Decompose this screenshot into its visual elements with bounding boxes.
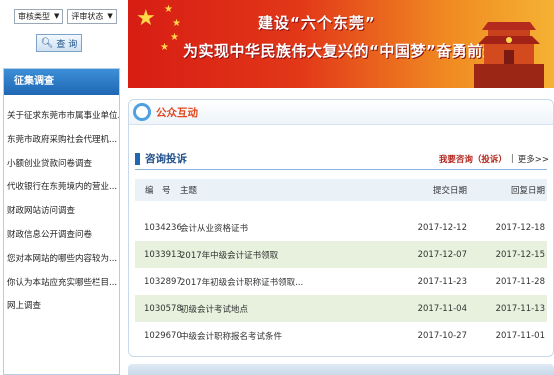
row-submit-date: 2017-12-12 [417,222,467,233]
section-links: 我要咨询（投诉） | 更多>> [439,153,549,165]
row-num: 1033913 [144,249,182,260]
survey-box: 征集调查 关于征求东莞市市属事业单位... 东莞市政府采购社会代理机... 小额… [3,68,120,375]
section-bullet-icon [135,152,140,165]
header-submit-date: 提交日期 [432,186,467,196]
star-icon: ★ [170,32,179,43]
panel-header: 公众互动 [129,100,553,125]
inquiry-list: 1034236 会计从业资格证书 2017-12-12 2017-12-18 1… [135,214,547,349]
table-header: 编 号 主题 提交日期 回复日期 [135,179,547,201]
link-separator: | [510,153,514,164]
row-reply-date: 2017-11-01 [495,330,545,341]
section-title: 咨询投诉 [145,153,187,165]
row-subject-link[interactable]: 初级会计考试地点 [175,303,409,315]
row-submit-date: 2017-12-07 [417,249,467,260]
section-divider [135,169,547,170]
survey-item[interactable]: 代收银行在东莞境内的营业... [4,176,119,200]
table-row: 1033913 2017年中级会计证书领取 2017-12-07 2017-12… [135,241,547,268]
star-icon: ★ [160,42,169,53]
survey-item[interactable]: 您对本网站的哪些内容较为... [4,248,119,272]
table-row: 1034236 会计从业资格证书 2017-12-12 2017-12-18 [135,214,547,241]
left-column: 审核类型 ▼ 评审状态 ▼ 🔍︎ 查 询 征集调查 关于征求东莞市市属事业单位.… [0,0,122,375]
review-type-select[interactable]: 审核类型 ▼ [14,9,64,24]
row-submit-date: 2017-11-23 [417,276,467,287]
table-row: 1029670 中级会计职称报名考试条件 2017-10-27 2017-11-… [135,322,547,349]
review-status-value: 评审状态 [71,12,104,21]
survey-item[interactable]: 网上调查 [4,295,119,319]
submit-inquiry-link[interactable]: 我要咨询（投诉） [439,153,507,165]
row-subject-link[interactable]: 2017年中级会计证书领取 [175,249,409,261]
row-reply-date: 2017-11-28 [495,276,545,287]
row-reply-date: 2017-12-18 [495,222,545,233]
survey-item[interactable]: 财政网站访问调查 [4,200,119,224]
banner-headline: 建设“六个东莞” [258,14,376,32]
survey-item[interactable]: 财政信息公开调查问卷 [4,224,119,248]
row-num: 1032897 [144,276,182,287]
banner-subheadline: 为实现中华民族伟大复兴的“中国梦”奋勇前进 [183,42,499,60]
row-subject-link[interactable]: 会计从业资格证书 [175,222,409,234]
panel-title: 公众互动 [156,106,198,119]
chevron-down-icon: ▼ [54,12,60,20]
chevron-down-icon: ▼ [107,12,113,20]
row-reply-date: 2017-12-15 [495,249,545,260]
more-link[interactable]: 更多>> [518,153,549,165]
row-num: 1030578 [144,303,182,314]
row-num: 1029670 [144,330,182,341]
row-submit-date: 2017-10-27 [417,330,467,341]
filter-row: 审核类型 ▼ 评审状态 ▼ [14,9,117,24]
header-reply-date: 回复日期 [510,186,545,196]
star-icon: ★ [164,4,173,15]
section-header: 咨询投诉 我要咨询（投诉） | 更多>> [135,151,549,166]
survey-title: 征集调查 [4,69,119,95]
survey-item[interactable]: 东莞市政府采购社会代理机... [4,129,119,153]
review-status-select[interactable]: 评审状态 ▼ [67,9,117,24]
tiananmen-icon [474,22,544,88]
public-interaction-panel: 公众互动 咨询投诉 我要咨询（投诉） | 更多>> 编 号 主题 提交日期 回复… [128,99,554,357]
table-row: 1030578 初级会计考试地点 2017-11-04 2017-11-13 [135,295,547,322]
header-num: 编 号 [145,186,171,196]
star-icon: ★ [136,6,156,31]
row-subject-link[interactable]: 2017年初级会计职称证书领取... [175,276,409,288]
survey-item[interactable]: 关于征求东莞市市属事业单位... [4,105,119,129]
star-icon: ★ [172,18,181,29]
search-icon: 🔍︎ [40,37,54,49]
row-subject-link[interactable]: 中级会计职称报名考试条件 [175,330,409,342]
row-num: 1034236 [144,222,182,233]
query-button-label: 查 询 [56,39,78,50]
table-row: 1032897 2017年初级会计职称证书领取... 2017-11-23 20… [135,268,547,295]
bottom-bar [128,364,554,375]
survey-item[interactable]: 小额创业贷款问卷调查 [4,153,119,177]
panel-ring-icon [133,103,151,121]
header-subject: 主题 [180,186,198,196]
row-submit-date: 2017-11-04 [417,303,467,314]
row-reply-date: 2017-11-13 [495,303,545,314]
query-button[interactable]: 🔍︎ 查 询 [36,34,82,52]
survey-list: 关于征求东莞市市属事业单位... 东莞市政府采购社会代理机... 小额创业贷款问… [4,95,119,319]
review-type-value: 审核类型 [18,12,50,21]
survey-item[interactable]: 你认为本站应充实哪些栏目... [4,272,119,296]
banner: ★ ★ ★ ★ ★ 建设“六个东莞” 为实现中华民族伟大复兴的“中国梦”奋勇前进 [128,0,554,88]
